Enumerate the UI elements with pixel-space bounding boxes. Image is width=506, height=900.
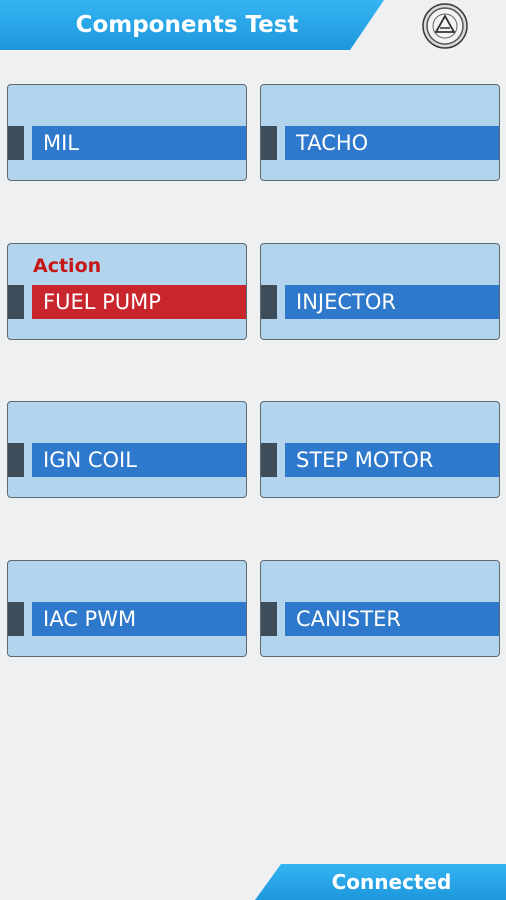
test-button-ign-coil[interactable]: IGN COIL (32, 443, 246, 477)
connection-status-banner: Connected (255, 864, 506, 900)
tile-indicator (261, 602, 277, 636)
test-button-iac-pwm[interactable]: IAC PWM (32, 602, 246, 636)
connection-status-label: Connected (331, 870, 452, 894)
page-title: Components Test (75, 12, 299, 38)
brand-emblem-icon[interactable] (420, 2, 470, 50)
test-button-canister[interactable]: CANISTER (285, 602, 499, 636)
action-status-label: Action (33, 255, 102, 277)
tile-indicator (8, 602, 24, 636)
test-button-fuel-pump[interactable]: FUEL PUMP (32, 285, 246, 319)
test-tile-ign-coil[interactable]: IGN COIL (7, 401, 247, 498)
tile-indicator (261, 126, 277, 160)
tile-indicator (261, 443, 277, 477)
test-tile-injector[interactable]: INJECTOR (260, 243, 500, 340)
test-tile-step-motor[interactable]: STEP MOTOR (260, 401, 500, 498)
test-tile-tacho[interactable]: TACHO (260, 84, 500, 181)
tile-indicator (8, 285, 24, 319)
tile-indicator (8, 126, 24, 160)
test-tile-fuel-pump[interactable]: Action FUEL PUMP (7, 243, 247, 340)
test-button-tacho[interactable]: TACHO (285, 126, 499, 160)
tile-indicator (8, 443, 24, 477)
test-button-step-motor[interactable]: STEP MOTOR (285, 443, 499, 477)
header-banner: Components Test (0, 0, 384, 50)
test-tile-iac-pwm[interactable]: IAC PWM (7, 560, 247, 657)
test-tile-mil[interactable]: MIL (7, 84, 247, 181)
test-button-injector[interactable]: INJECTOR (285, 285, 499, 319)
test-tile-canister[interactable]: CANISTER (260, 560, 500, 657)
tile-indicator (261, 285, 277, 319)
test-button-mil[interactable]: MIL (32, 126, 246, 160)
